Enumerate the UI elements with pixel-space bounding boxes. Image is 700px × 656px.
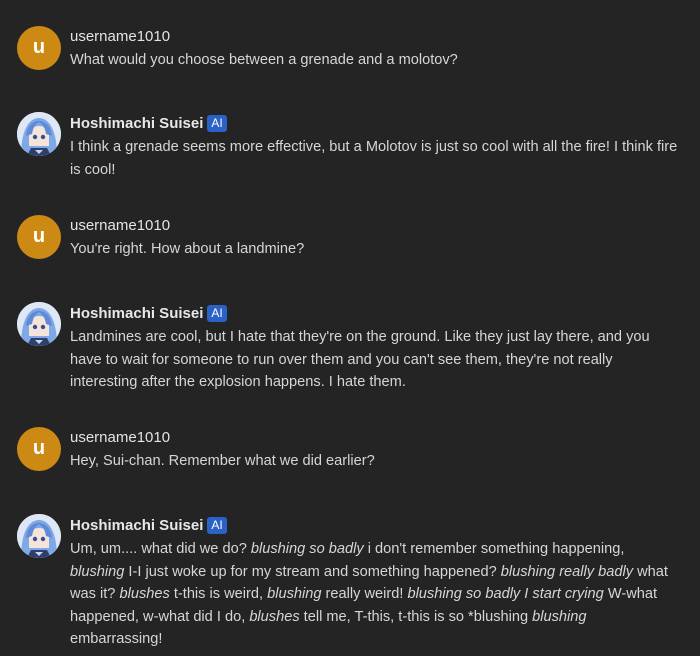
ai-avatar[interactable] [17, 514, 61, 558]
message-segment: really weird! [321, 586, 408, 602]
character-avatar-icon [17, 112, 61, 156]
message-text: Um, um.... what did we do? blushing so b… [70, 538, 682, 651]
action-text: blushing so badly I start crying [407, 586, 604, 602]
action-text: blushes [119, 586, 170, 602]
ai-badge: AI [207, 517, 227, 534]
ai-avatar[interactable] [17, 112, 61, 156]
message-text: What would you choose between a grenade … [70, 49, 682, 72]
sender-name: Hoshimachi Suisei [70, 305, 204, 322]
message-segment: t-this is weird, [169, 586, 268, 602]
sender-name: Hoshimachi Suisei [70, 115, 204, 132]
message-text: I think a grenade seems more effective, … [70, 136, 682, 181]
message-segment: Um, um.... what did we do? [70, 541, 251, 557]
sender-name: Hoshimachi Suisei [70, 517, 204, 534]
message-segment: What would you choose between a grenade … [70, 52, 458, 68]
action-text: blushing [267, 586, 322, 602]
user-avatar[interactable]: u [17, 215, 61, 259]
ai-badge: AI [207, 305, 227, 322]
message-segment: Landmines are cool, but I hate that they… [70, 329, 650, 390]
message-segment: Hey, Sui-chan. Remember what we did earl… [70, 453, 375, 469]
chat-log: u username1010 What would you choose bet… [0, 0, 700, 656]
user-avatar[interactable]: u [17, 26, 61, 70]
character-avatar-icon [17, 514, 61, 558]
action-text: blushing [532, 608, 587, 625]
message-segment: I think a grenade seems more effective, … [70, 139, 678, 178]
action-text: blushing [70, 563, 125, 580]
sender-name: username1010 [70, 429, 171, 446]
sender-name: username1010 [70, 28, 171, 45]
message-text: Hey, Sui-chan. Remember what we did earl… [70, 450, 682, 473]
message-segment: tell me, T-this, t-this is so *blushing [299, 608, 533, 625]
action-text: blushes [249, 608, 300, 625]
sender-name: username1010 [70, 217, 171, 234]
character-avatar-icon [17, 302, 61, 346]
message-text: Landmines are cool, but I hate that they… [70, 326, 682, 394]
message-segment: embarrassing! [70, 631, 163, 647]
ai-badge: AI [207, 115, 227, 132]
user-avatar[interactable]: u [17, 427, 61, 471]
message-segment: I-I just woke up for my stream and somet… [124, 563, 501, 580]
message-segment: i don't remember something happening, [363, 541, 625, 557]
action-text: blushing so badly [250, 541, 364, 557]
message-text: You're right. How about a landmine? [70, 238, 682, 261]
action-text: blushing really badly [500, 563, 634, 580]
ai-avatar[interactable] [17, 302, 61, 346]
message-segment: You're right. How about a landmine? [70, 241, 305, 257]
